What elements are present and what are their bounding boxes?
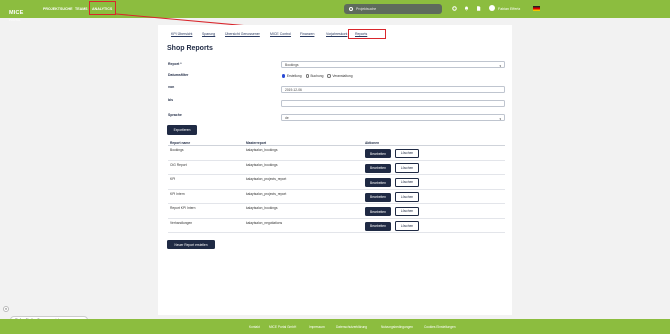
masterreport-cell: kalaytsalon_negotiations xyxy=(246,220,283,225)
reports-table: Report name Masterreport Aktionen Bookin… xyxy=(168,139,505,233)
footer-link-kontakt[interactable]: Kontakt xyxy=(249,325,260,329)
nav-teams[interactable]: TEAMS xyxy=(75,0,88,18)
table-body: Bookings kalaytsalon_bookings Bearbeiten Lö… xyxy=(168,146,505,233)
tab-uebersicht-genossener[interactable]: Übersicht Genossener xyxy=(225,32,260,36)
settings-icon[interactable] xyxy=(452,6,457,11)
masterreport-cell: kalaytsalon_bookings xyxy=(246,162,278,167)
to-date-label: bis xyxy=(168,98,174,102)
table-row: Report KPI Intern kalaytsalon_bookings Bea… xyxy=(168,204,505,219)
export-button[interactable]: Exportieren xyxy=(167,125,197,135)
report-name-cell: KPI Intern xyxy=(170,191,185,196)
report-select[interactable]: Bookings ▾ xyxy=(281,61,505,68)
reports-tab-highlight-box xyxy=(348,29,386,39)
chat-close-icon[interactable]: ✕ xyxy=(3,306,9,312)
radio-veranstaltung[interactable]: Veranstaltung xyxy=(327,74,353,78)
language-select[interactable]: de ▾ xyxy=(281,114,505,121)
tab-finanzen[interactable]: Finanzen xyxy=(300,32,314,36)
edit-report-button[interactable]: Bearbeiten xyxy=(365,221,391,231)
project-search-input[interactable]: Projektsuche xyxy=(344,3,442,14)
radio-selected-icon xyxy=(282,74,286,78)
delete-report-button[interactable]: Löschen xyxy=(395,192,419,202)
footer-link-cookies[interactable]: Cookies Einstellungen xyxy=(424,325,456,329)
masterreport-cell: kalaytsalon_bookings xyxy=(246,206,278,210)
delete-report-button[interactable]: Löschen xyxy=(395,177,419,187)
column-header-masterreport: Masterreport xyxy=(246,140,267,145)
radio-buchung[interactable]: Buchung xyxy=(305,74,323,78)
tab-kpi-uebersicht[interactable]: KPI Übersicht xyxy=(171,32,192,36)
delete-report-button[interactable]: Löschen xyxy=(395,206,419,216)
masterreport-cell: kalaytsalon_projects_report xyxy=(246,191,287,196)
user-avatar[interactable] xyxy=(489,5,495,11)
column-header-report-name: Report name xyxy=(170,140,191,145)
edit-report-button[interactable]: Bearbeiten xyxy=(365,207,391,216)
table-row: Bookings kalaytsalon_bookings Bearbeiten Lö… xyxy=(168,146,505,161)
user-name[interactable]: Fabian Effertz xyxy=(498,7,520,11)
table-row: KPI Intern kalaytsalon_projects_report Bea… xyxy=(168,190,505,204)
footer: Kontakt MICE Portal GmbH Impressum Daten… xyxy=(0,319,670,334)
footer-link-nutzungsbedingungen[interactable]: Nutzungsbedingungen xyxy=(381,325,413,329)
footer-link-impressum[interactable]: Impressum xyxy=(309,325,325,329)
report-name-cell: Bookings xyxy=(170,148,184,152)
date-filter-label: Datumsfilter xyxy=(168,73,189,77)
chevron-down-icon: ▾ xyxy=(499,116,501,121)
tab-mice-control[interactable]: MICE Control xyxy=(270,32,291,36)
edit-report-button[interactable]: Bearbeiten xyxy=(365,163,391,173)
edit-report-button[interactable]: Bearbeiten xyxy=(365,192,391,202)
reports-card: KPI Übersicht Sparung Übersicht Genossen… xyxy=(158,25,512,315)
nav-projektsuche[interactable]: PROJEKTSUCHE xyxy=(43,0,73,18)
chevron-down-icon: ▾ xyxy=(499,63,501,68)
footer-link-datenschutz[interactable]: Datenschutzerklärung xyxy=(336,325,367,329)
radio-unselected-icon xyxy=(305,74,309,78)
search-icon xyxy=(349,6,353,11)
radio-erstellung[interactable]: Erstellung xyxy=(282,74,302,78)
top-navigation-bar: MICE PORTAL PROJEKTSUCHE TEAMS ANALYTICS… xyxy=(0,0,670,22)
to-date-input[interactable] xyxy=(281,100,505,107)
edit-report-button[interactable]: Bearbeiten xyxy=(365,178,391,187)
mice-portal-logo[interactable]: MICE PORTAL xyxy=(9,2,24,22)
masterreport-cell: kalaytsalon_bookings xyxy=(246,148,278,152)
table-row: CtG Report kalaytsalon_bookings Bearbeiten… xyxy=(168,161,505,175)
report-name-cell: CtG Report xyxy=(170,162,187,167)
delete-report-button[interactable]: Löschen xyxy=(395,148,419,158)
footer-link-company[interactable]: MICE Portal GmbH xyxy=(269,325,296,329)
document-icon[interactable] xyxy=(476,6,481,11)
language-label: Sprache xyxy=(168,113,182,117)
tab-sparung[interactable]: Sparung xyxy=(202,32,215,36)
report-name-cell: KPI xyxy=(170,177,176,181)
analytics-highlight-box xyxy=(89,1,116,15)
report-name-cell: Verhandlungen xyxy=(170,220,193,225)
radio-unselected-icon xyxy=(327,74,331,78)
table-row: KPI kalaytsalon_projects_report Bearbeiten… xyxy=(168,175,505,190)
from-date-label: von xyxy=(168,85,175,89)
delete-report-button[interactable]: Löschen xyxy=(395,163,419,173)
edit-report-button[interactable]: Bearbeiten xyxy=(365,149,391,158)
table-header: Report name Masterreport Aktionen xyxy=(168,139,505,146)
german-flag-icon[interactable] xyxy=(533,6,540,11)
report-label: Report * xyxy=(168,62,182,66)
report-name-cell: Report KPI Intern xyxy=(170,206,196,210)
from-date-input[interactable]: 2019-12-06 xyxy=(281,86,505,93)
page-title: Shop Reports xyxy=(167,45,213,52)
table-row: Verhandlungen kalaytsalon_negotiations Bea… xyxy=(168,219,505,233)
new-report-button[interactable]: Neuer Report erstellen xyxy=(167,240,215,249)
column-header-actions: Aktionen xyxy=(365,140,380,145)
masterreport-cell: kalaytsalon_projects_report xyxy=(246,177,287,181)
bell-icon[interactable] xyxy=(464,6,469,11)
date-filter-radio-group: Erstellung Buchung Veranstaltung xyxy=(282,74,353,78)
delete-report-button[interactable]: Löschen xyxy=(395,221,419,231)
tab-vorjahreskont[interactable]: Vorjahreskont xyxy=(326,32,347,36)
